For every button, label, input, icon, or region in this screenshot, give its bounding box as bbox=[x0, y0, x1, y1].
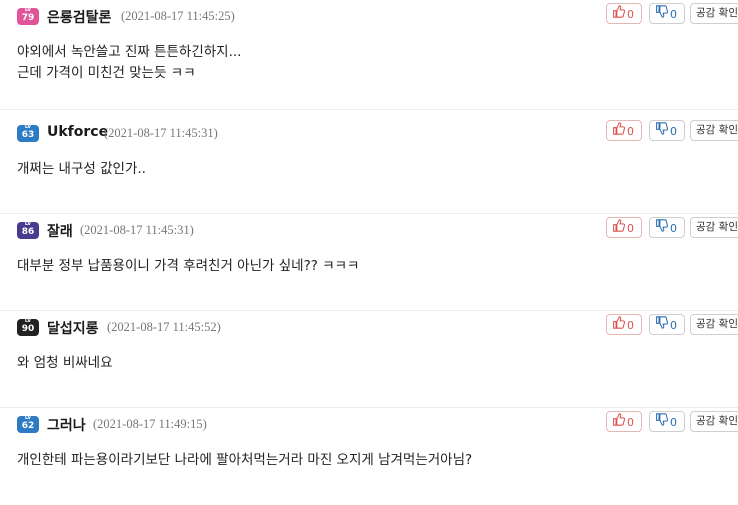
dislike-button[interactable]: 0 bbox=[649, 314, 685, 335]
comment-body: 대부분 정부 납품용이니 가격 후려친거 아닌가 싶네?? ㅋㅋㅋ bbox=[17, 256, 359, 277]
like-button[interactable]: 0 bbox=[606, 120, 642, 141]
dislike-button[interactable]: 0 bbox=[649, 3, 685, 24]
thumbs-down-icon bbox=[655, 218, 669, 238]
author-nickname[interactable]: 잘래 bbox=[47, 221, 73, 241]
thumbs-up-icon bbox=[612, 412, 626, 432]
dislike-button[interactable]: 0 bbox=[649, 217, 685, 238]
like-button[interactable]: 0 bbox=[606, 217, 642, 238]
level-number: 79 bbox=[21, 13, 35, 23]
author-nickname[interactable]: Ukforce bbox=[47, 124, 108, 140]
level-badge-icon: LV 86 bbox=[17, 222, 39, 239]
level-number: 90 bbox=[21, 324, 35, 334]
dislike-count: 0 bbox=[670, 221, 677, 235]
comment-item: LV 90 달섭지롱 (2021-08-17 11:45:52) 와 엄청 비싸네요 0 0… bbox=[0, 311, 738, 408]
like-button[interactable]: 0 bbox=[606, 3, 642, 24]
level-badge-icon: LV 62 bbox=[17, 416, 39, 433]
like-count: 0 bbox=[627, 221, 634, 235]
comment-timestamp: (2021-08-17 11:45:52) bbox=[107, 320, 221, 334]
thumbs-up-icon bbox=[612, 315, 626, 335]
like-button[interactable]: 0 bbox=[606, 411, 642, 432]
empathy-check-button[interactable]: 공감 확인 bbox=[690, 411, 738, 432]
level-number: 86 bbox=[21, 227, 35, 237]
thumbs-up-icon bbox=[612, 121, 626, 141]
comment-timestamp: (2021-08-17 11:49:15) bbox=[93, 417, 207, 431]
empathy-check-button[interactable]: 공감 확인 bbox=[690, 217, 738, 238]
level-badge-icon: LV 63 bbox=[17, 125, 39, 142]
dislike-count: 0 bbox=[670, 415, 677, 429]
comment-timestamp: (2021-08-17 11:45:31) bbox=[80, 223, 194, 237]
comment-timestamp: (2021-08-17 11:45:25) bbox=[121, 9, 235, 23]
comment-body: 개인한테 파는용이라기보단 나라에 팔아처먹는거라 마진 오지게 남겨먹는거아님… bbox=[17, 450, 472, 471]
comment-text-line: 근데 가격이 미친건 맞는듯 ㅋㅋ bbox=[17, 65, 196, 81]
thumbs-down-icon bbox=[655, 315, 669, 335]
comment-timestamp: (2021-08-17 11:45:31) bbox=[104, 126, 218, 140]
empathy-check-button[interactable]: 공감 확인 bbox=[690, 3, 738, 24]
like-count: 0 bbox=[627, 124, 634, 138]
thumbs-down-icon bbox=[655, 412, 669, 432]
dislike-count: 0 bbox=[670, 124, 677, 138]
level-badge-icon: LV 90 bbox=[17, 319, 39, 336]
comment-item: LV 63 Ukforce (2021-08-17 11:45:31) 개쩌는 내구성 … bbox=[0, 117, 738, 214]
thumbs-up-icon bbox=[612, 4, 626, 24]
author-nickname[interactable]: 그러나 bbox=[47, 415, 86, 435]
like-button[interactable]: 0 bbox=[606, 314, 642, 335]
comment-item: LV 79 은룡검탈론 (2021-08-17 11:45:25) 야외에서 녹안쓸고 … bbox=[0, 0, 738, 110]
dislike-button[interactable]: 0 bbox=[649, 120, 685, 141]
dislike-button[interactable]: 0 bbox=[649, 411, 685, 432]
empathy-check-button[interactable]: 공감 확인 bbox=[690, 314, 738, 335]
comment-text-line: 개인한테 파는용이라기보단 나라에 팔아처먹는거라 마진 오지게 남겨먹는거아님… bbox=[17, 452, 473, 468]
thumbs-up-icon bbox=[612, 218, 626, 238]
comment-item: LV 86 잘래 (2021-08-17 11:45:31) 대부분 정부 납품용이니 … bbox=[0, 214, 738, 311]
comment-text-line: 대부분 정부 납품용이니 가격 후려친거 아닌가 싶네?? ㅋㅋㅋ bbox=[17, 258, 360, 274]
like-count: 0 bbox=[627, 7, 634, 21]
dislike-count: 0 bbox=[670, 7, 677, 21]
comment-body: 와 엄청 비싸네요 bbox=[17, 353, 113, 374]
comment-item: LV 62 그러나 (2021-08-17 11:49:15) 개인한테 파는용이라기보… bbox=[0, 408, 738, 505]
empathy-check-button[interactable]: 공감 확인 bbox=[690, 120, 738, 141]
comment-body: 야외에서 녹안쓸고 진짜 튼튼하긴하지... 근데 가격이 미친건 맞는듯 ㅋㅋ bbox=[17, 42, 241, 84]
level-number: 63 bbox=[21, 130, 35, 140]
level-number: 62 bbox=[21, 421, 35, 431]
comment-text-line: 야외에서 녹안쓸고 진짜 튼튼하긴하지... bbox=[17, 44, 242, 60]
comment-body: 개쩌는 내구성 값인가.. bbox=[17, 159, 146, 180]
like-count: 0 bbox=[627, 318, 634, 332]
thumbs-down-icon bbox=[655, 4, 669, 24]
thumbs-down-icon bbox=[655, 121, 669, 141]
comment-text-line: 개쩌는 내구성 값인가.. bbox=[17, 161, 146, 177]
author-nickname[interactable]: 달섭지롱 bbox=[47, 318, 99, 338]
like-count: 0 bbox=[627, 415, 634, 429]
dislike-count: 0 bbox=[670, 318, 677, 332]
author-nickname[interactable]: 은룡검탈론 bbox=[47, 7, 111, 27]
level-badge-icon: LV 79 bbox=[17, 8, 39, 25]
comment-text-line: 와 엄청 비싸네요 bbox=[17, 355, 113, 371]
